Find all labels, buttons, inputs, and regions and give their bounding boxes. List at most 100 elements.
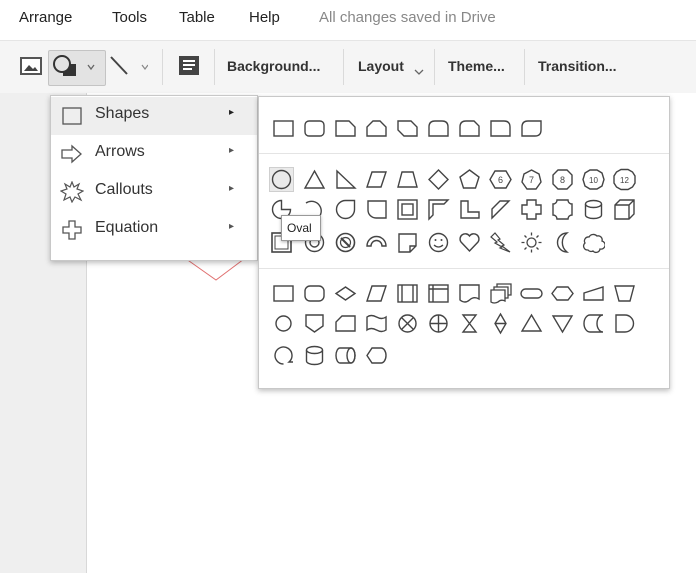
flowchart-summing-junction-shape-icon[interactable]: [396, 312, 419, 335]
trapezoid-shape-icon[interactable]: [396, 168, 419, 191]
pentagon-shape-icon[interactable]: [458, 168, 481, 191]
flowchart-multidocument-shape-icon[interactable]: [489, 282, 512, 305]
save-status: All changes saved in Drive: [319, 9, 496, 26]
menu-item-label: Arrows: [95, 143, 145, 160]
folded-corner-shape-icon[interactable]: [396, 231, 419, 254]
flowchart-collate-shape-icon[interactable]: [458, 312, 481, 335]
right-triangle-shape-icon[interactable]: [334, 168, 357, 191]
flowchart-terminator-shape-icon[interactable]: [520, 282, 543, 305]
menu-table[interactable]: Table: [179, 9, 215, 26]
cube-shape-icon[interactable]: [613, 198, 636, 221]
flowchart-document-shape-icon[interactable]: [458, 282, 481, 305]
toolbar: Background... Layout Theme... Transition…: [0, 40, 696, 94]
rounded-rectangle-shape-icon[interactable]: [303, 117, 326, 140]
flowchart-display-shape-icon[interactable]: [365, 344, 388, 367]
rectangle-shape-icon[interactable]: [272, 117, 295, 140]
flowchart-decision-shape-icon[interactable]: [334, 282, 357, 305]
flowchart-delay-shape-icon[interactable]: [365, 198, 388, 221]
heptagon-number: 7: [529, 175, 534, 185]
shapes-palette: 6 7 8 10 12: [258, 96, 670, 389]
round-diagonal-corner-rectangle-shape-icon[interactable]: [520, 117, 543, 140]
menu-item-arrows[interactable]: Arrows ▸: [51, 135, 257, 173]
snip-diagonal-corner-rectangle-shape-icon[interactable]: [396, 117, 419, 140]
image-icon[interactable]: [20, 56, 42, 81]
dodecagon-number: 12: [620, 176, 629, 185]
flowchart-stored-data-shape-icon[interactable]: [582, 312, 605, 335]
line-icon[interactable]: [108, 54, 149, 85]
shape-menu: Shapes ▸ Arrows ▸ Callouts ▸ Equation ▸: [50, 95, 258, 261]
smiley-face-shape-icon[interactable]: [427, 231, 450, 254]
menu-item-label: Shapes: [95, 105, 150, 122]
snip-and-round-rectangle-shape-icon[interactable]: [458, 117, 481, 140]
flowchart-or-shape-icon[interactable]: [427, 312, 450, 335]
shape-tool-button[interactable]: [48, 50, 106, 86]
octagon-number: 8: [560, 175, 565, 185]
flowchart-sequential-access-storage-shape-icon[interactable]: [272, 344, 295, 367]
sun-shape-icon[interactable]: [520, 231, 543, 254]
menu-tools[interactable]: Tools: [112, 9, 147, 26]
transition-button[interactable]: Transition...: [538, 58, 617, 74]
flowchart-alternate-process-shape-icon[interactable]: [303, 282, 326, 305]
flowchart-connector-shape-icon[interactable]: [272, 312, 295, 335]
submenu-arrow-icon: ▸: [229, 221, 235, 232]
flowchart-internal-storage-shape-icon[interactable]: [427, 282, 450, 305]
diagonal-stripe-shape-icon[interactable]: [489, 198, 512, 221]
round-single-corner-rectangle-shape-icon[interactable]: [489, 117, 512, 140]
flowchart-punched-tape-shape-icon[interactable]: [365, 312, 388, 335]
decagon-shape-icon[interactable]: 10: [582, 168, 605, 191]
hexagon-shape-icon[interactable]: 6: [489, 168, 512, 191]
flowchart-offpage-connector-shape-icon[interactable]: [303, 312, 326, 335]
flowchart-process-shape-icon[interactable]: [272, 282, 295, 305]
diamond-shape-icon[interactable]: [427, 168, 450, 191]
submenu-arrow-icon: ▸: [229, 107, 235, 118]
parallelogram-shape-icon[interactable]: [365, 168, 388, 191]
snip-same-side-corner-rectangle-shape-icon[interactable]: [365, 117, 388, 140]
background-button[interactable]: Background...: [227, 58, 320, 74]
moon-shape-icon[interactable]: [551, 231, 574, 254]
plaque-shape-icon[interactable]: [551, 198, 574, 221]
half-frame-shape-icon[interactable]: [427, 198, 450, 221]
cloud-shape-icon[interactable]: [582, 231, 605, 254]
layout-button[interactable]: Layout: [358, 58, 404, 74]
block-arc-shape-icon[interactable]: [365, 231, 388, 254]
flowchart-card-shape-icon[interactable]: [334, 312, 357, 335]
octagon-shape-icon[interactable]: 8: [551, 168, 574, 191]
tooltip: Oval: [281, 215, 321, 241]
dodecagon-shape-icon[interactable]: 12: [613, 168, 636, 191]
teardrop-shape-icon[interactable]: [334, 198, 357, 221]
triangle-shape-icon[interactable]: [303, 168, 326, 191]
flowchart-sort-shape-icon[interactable]: [489, 312, 512, 335]
menu-item-shapes[interactable]: Shapes ▸: [51, 97, 257, 135]
flowchart-preparation-shape-icon[interactable]: [551, 282, 574, 305]
round-same-side-rectangle-shape-icon[interactable]: [427, 117, 450, 140]
oval-shape-icon[interactable]: [269, 167, 294, 192]
flowchart-extract-shape-icon[interactable]: [520, 312, 543, 335]
chevron-down-icon: [414, 63, 424, 81]
menu-arrange[interactable]: Arrange: [19, 9, 72, 26]
menu-item-label: Equation: [95, 219, 159, 236]
heptagon-shape-icon[interactable]: 7: [520, 168, 543, 191]
lightning-bolt-shape-icon[interactable]: [489, 231, 512, 254]
flowchart-merge-shape-icon[interactable]: [551, 312, 574, 335]
heart-shape-icon[interactable]: [458, 231, 481, 254]
explosion-icon: [59, 180, 85, 204]
flowchart-predefined-process-shape-icon[interactable]: [396, 282, 419, 305]
flowchart-data-shape-icon[interactable]: [365, 282, 388, 305]
l-shape-icon[interactable]: [458, 198, 481, 221]
flowchart-magnetic-disk-shape-icon[interactable]: [303, 344, 326, 367]
no-symbol-shape-icon[interactable]: [334, 231, 357, 254]
text-box-icon[interactable]: [177, 55, 201, 82]
snip-single-corner-rectangle-shape-icon[interactable]: [334, 117, 357, 140]
frame-shape-icon[interactable]: [396, 198, 419, 221]
menu-item-equation[interactable]: Equation ▸: [51, 211, 257, 249]
arrow-icon: [60, 143, 84, 165]
flowchart-direct-access-storage-shape-icon[interactable]: [334, 344, 357, 367]
flowchart-manual-operation-shape-icon[interactable]: [613, 282, 636, 305]
plus-shape-icon[interactable]: [520, 198, 543, 221]
menu-help[interactable]: Help: [249, 9, 280, 26]
theme-button[interactable]: Theme...: [448, 58, 505, 74]
can-shape-icon[interactable]: [582, 198, 605, 221]
flowchart-delay-shape-icon[interactable]: [613, 312, 636, 335]
flowchart-manual-input-shape-icon[interactable]: [582, 282, 605, 305]
menu-item-callouts[interactable]: Callouts ▸: [51, 173, 257, 211]
